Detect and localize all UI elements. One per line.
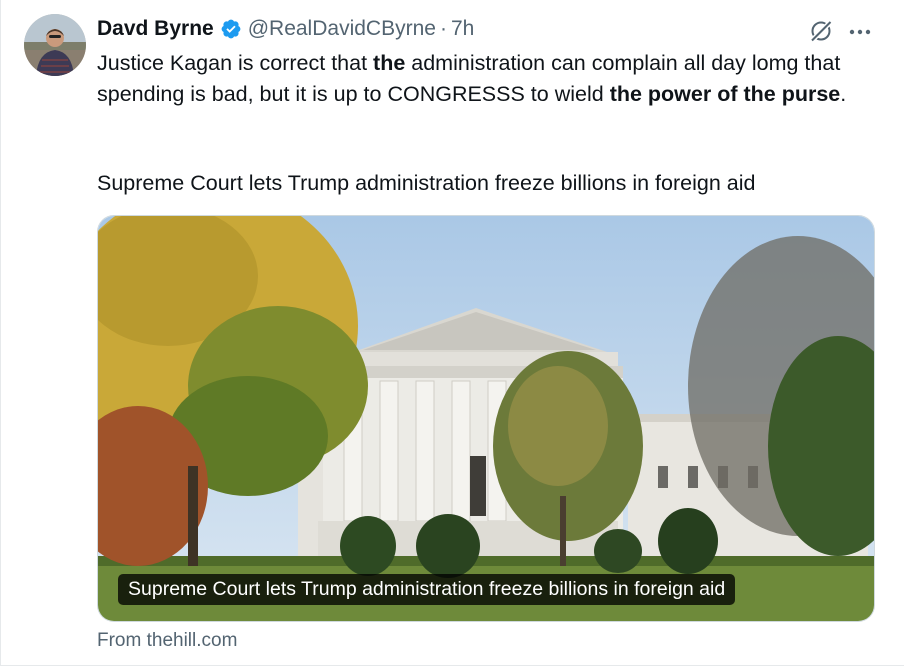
tweet-segment: . <box>840 81 847 106</box>
frame-left-border <box>0 0 1 666</box>
grok-icon[interactable] <box>809 19 833 43</box>
avatar[interactable] <box>24 14 86 76</box>
tweet-header: Davd Byrne @RealDavidCByrne · 7h <box>97 15 474 43</box>
link-headline: Supreme Court lets Trump administration … <box>97 171 756 195</box>
display-name[interactable]: Davd Byrne <box>97 17 214 41</box>
verified-badge-icon <box>220 18 242 40</box>
link-card[interactable]: Supreme Court lets Trump administration … <box>97 215 875 622</box>
tweet-segment: Justice Kagan is correct that <box>97 51 374 75</box>
tweet-segment-bold: the power of the purse <box>609 81 841 106</box>
tweet-text: Justice Kagan is correct that the admini… <box>97 48 887 109</box>
tweet-segment-bold: the <box>373 51 406 75</box>
link-source[interactable]: From thehill.com <box>97 628 237 654</box>
header-separator: · <box>439 17 447 40</box>
tweet-body: Justice Kagan is correct that the admini… <box>97 48 887 109</box>
user-handle[interactable]: @RealDavidCByrne <box>248 17 436 41</box>
supreme-court-photo <box>98 216 874 621</box>
timestamp[interactable]: 7h <box>451 17 474 41</box>
more-options-icon[interactable] <box>847 25 873 37</box>
card-caption: Supreme Court lets Trump administration … <box>118 574 736 605</box>
